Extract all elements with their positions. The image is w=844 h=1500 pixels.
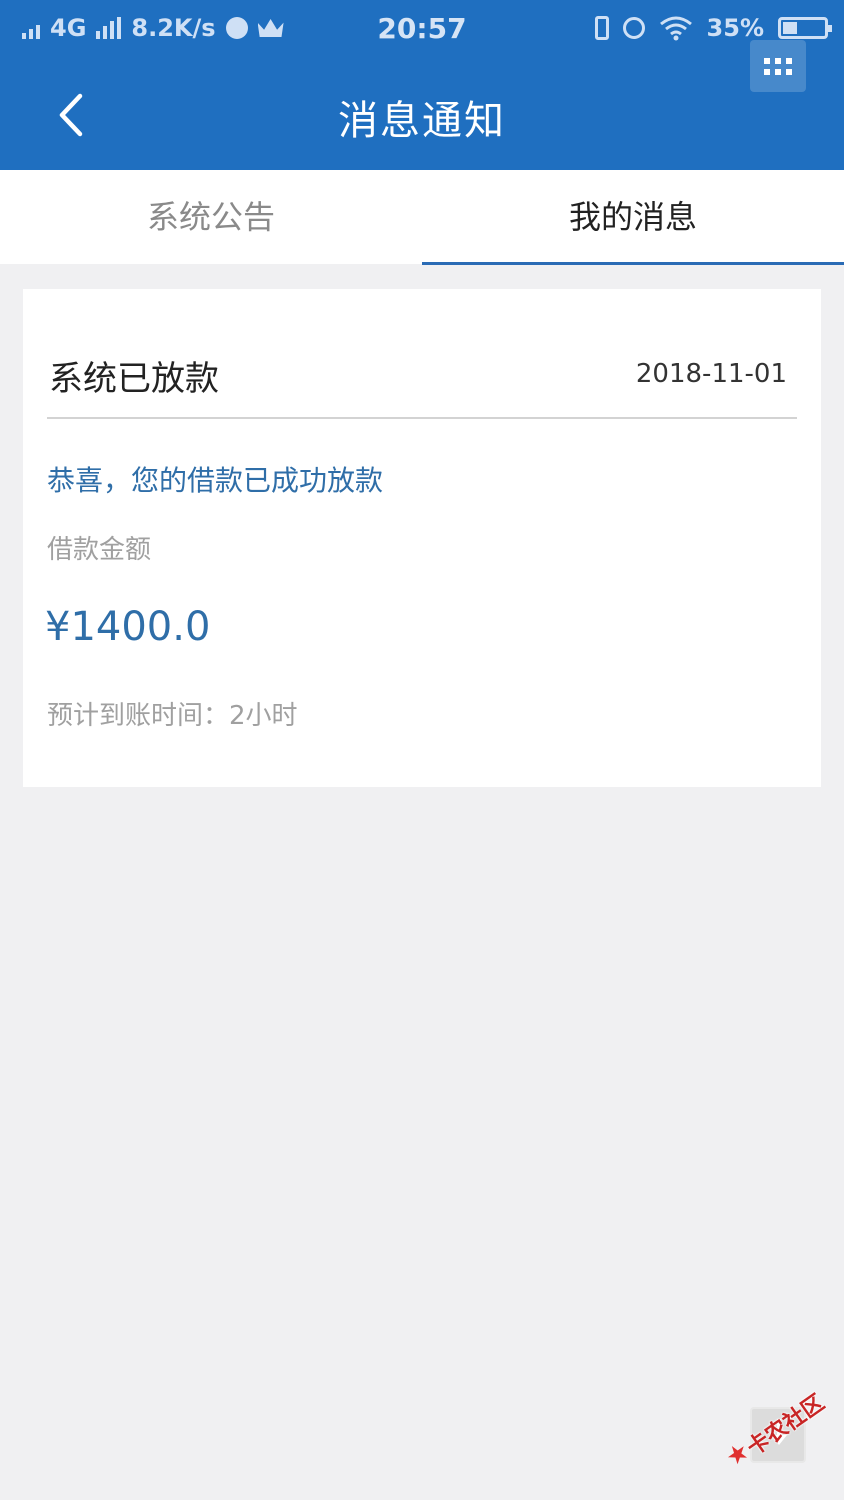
app-header: 4G 8.2K/s 20:57 35% 消息通知 xyxy=(0,0,844,170)
vibrate-icon xyxy=(594,16,609,40)
wifi-icon xyxy=(659,16,692,41)
battery-icon xyxy=(778,17,832,39)
message-card[interactable]: 系统已放款 2018-11-01 恭喜，您的借款已成功放款 借款金额 ¥1400… xyxy=(23,289,821,787)
grid-icon xyxy=(764,57,770,64)
status-bar: 4G 8.2K/s 20:57 35% xyxy=(0,0,844,60)
message-title: 系统已放款 xyxy=(49,359,219,399)
amount-label: 借款金额 xyxy=(47,535,152,565)
grid-menu-button[interactable] xyxy=(750,40,806,92)
message-date: 2018-11-01 xyxy=(635,359,787,389)
status-right: 35% xyxy=(594,14,832,42)
page-title: 消息通知 xyxy=(338,98,506,144)
alarm-icon xyxy=(622,17,645,39)
tab-my-messages[interactable]: 我的消息 xyxy=(422,170,844,264)
divider xyxy=(47,417,797,419)
tab-system-announcement[interactable]: 系统公告 xyxy=(0,170,422,264)
arrival-time: 预计到账时间：2小时 xyxy=(47,701,298,731)
tab-bar: 系统公告 我的消息 xyxy=(0,170,844,265)
loan-amount: ¥1400.0 xyxy=(45,604,211,650)
battery-percent: 35% xyxy=(706,14,764,42)
message-headline: 恭喜，您的借款已成功放款 xyxy=(47,464,384,497)
battery-fill xyxy=(783,22,797,34)
active-tab-indicator xyxy=(422,262,844,265)
